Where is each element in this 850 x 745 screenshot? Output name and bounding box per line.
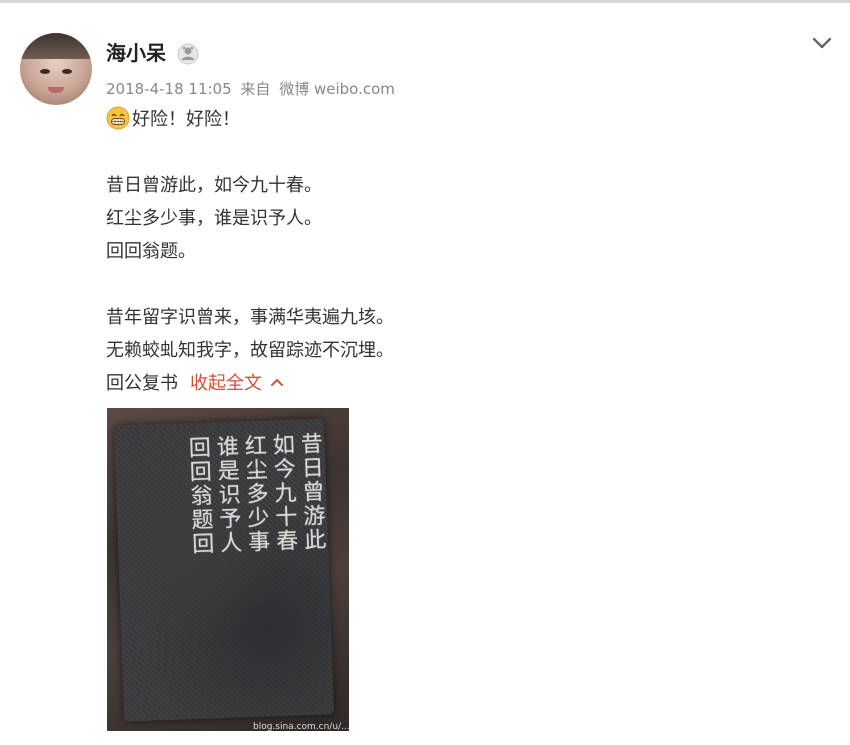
post-text-line-1: 好险！好险！	[132, 109, 240, 130]
post-text-line-2: 昔日曾游此，如今九十春。	[106, 175, 322, 196]
chevron-up-icon[interactable]	[270, 377, 284, 387]
member-badge-icon[interactable]	[177, 43, 199, 65]
post-text-line-4: 回回翁题。	[106, 241, 196, 262]
collapse-fulltext-link[interactable]: 收起全文	[190, 373, 262, 394]
post-meta: 2018-4-18 11:05 来自 微博 weibo.com	[106, 78, 399, 100]
stone-inscription: 昔日曾游此 如今九十春 红尘多少事 谁是识予人 回回翁题回	[184, 431, 326, 557]
post-text-line-7: 回公复书	[106, 373, 178, 394]
image-watermark: blog.sina.com.cn/u/... @海小呆	[253, 722, 349, 731]
avatar[interactable]	[20, 33, 92, 105]
post-image[interactable]: 昔日曾游此 如今九十春 红尘多少事 谁是识予人 回回翁题回 blog.sina.…	[107, 408, 349, 731]
username[interactable]: 海小呆	[106, 39, 166, 67]
post-text-line-5: 昔年留字识曾来，事满华夷遍九垓。	[106, 307, 394, 328]
avatar-eye-right	[62, 69, 72, 74]
post-content: 好险！好险！ 昔日曾游此，如今九十春。 红尘多少事，谁是识予人。 回回翁题。 昔…	[106, 106, 806, 403]
chevron-down-icon[interactable]	[808, 31, 836, 55]
post-source-prefix: 来自	[240, 80, 271, 98]
post-line: 好险！好险！	[106, 106, 806, 139]
avatar-eye-left	[40, 69, 50, 74]
weibo-post-card: 海小呆 2018-4-18 11:05 来自 微博 weibo.com 好险！好…	[0, 0, 850, 745]
post-source-name[interactable]: 微博 weibo.com	[279, 80, 395, 98]
post-timestamp[interactable]: 2018-4-18 11:05	[106, 80, 232, 98]
post-last-line: 回公复书 收起全文	[106, 370, 806, 403]
grinning-emoji-icon	[106, 106, 130, 130]
post-text-line-6: 无赖蛟虬知我字，故留踪迹不沉埋。	[106, 340, 394, 361]
avatar-mouth	[48, 87, 64, 93]
avatar-hair	[20, 33, 92, 59]
post-text-line-3: 红尘多少事，谁是识予人。	[106, 208, 322, 229]
